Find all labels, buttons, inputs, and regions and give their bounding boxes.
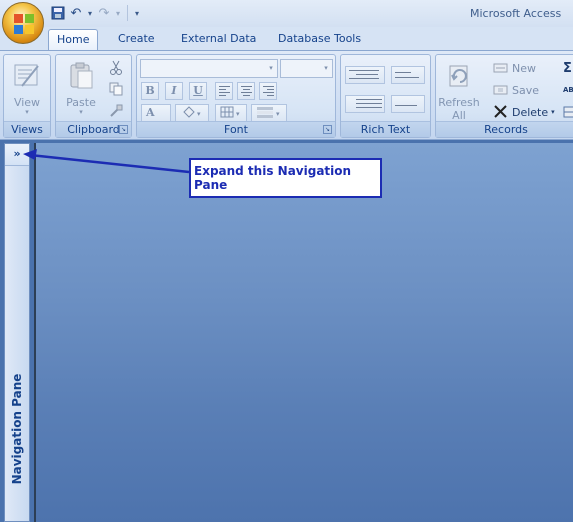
refresh-button-label: Refresh (438, 96, 480, 109)
spelling-icon[interactable]: ABC (563, 81, 573, 99)
group-font: ▾ ▾ B I U A ▾ ▾ ▾ Font ↘ (136, 54, 336, 138)
clipboard-launcher-icon[interactable]: ↘ (119, 125, 128, 134)
window-title: Microsoft Access (470, 7, 562, 20)
copy-icon (109, 82, 123, 96)
group-views: View ▾ Views (3, 54, 51, 138)
office-logo-icon (14, 14, 34, 34)
tab-external-data[interactable]: External Data (173, 29, 264, 50)
redo-icon[interactable]: ↷ (96, 4, 112, 22)
group-rich-text-label: Rich Text (341, 121, 430, 137)
annotation-callout: Expand this Navigation Pane (189, 158, 382, 198)
delete-record-label: Delete (512, 105, 549, 119)
save-qat-icon[interactable] (50, 4, 66, 22)
decrease-indent-button[interactable] (345, 66, 385, 84)
alternate-fill-icon: ▾ (257, 107, 280, 118)
totals-icon[interactable]: Σ (563, 59, 572, 77)
workspace (34, 143, 573, 522)
svg-text:▾: ▾ (236, 109, 240, 118)
navigation-pane-label-container: Navigation Pane (5, 144, 29, 522)
undo-icon[interactable]: ↶ (68, 4, 84, 22)
group-records-label: Records (436, 121, 573, 137)
font-color-button[interactable]: A (141, 104, 171, 122)
gridlines-button[interactable]: ▾ (215, 104, 247, 122)
paragraph-button[interactable] (391, 66, 425, 84)
font-name-dropdown-icon: ▾ (269, 64, 273, 72)
tab-create[interactable]: Create (110, 29, 163, 50)
delete-dropdown-icon: ▾ (551, 108, 555, 116)
svg-text:▾: ▾ (197, 109, 201, 118)
refresh-button[interactable]: Refresh All (436, 59, 482, 122)
save-record-label: Save (512, 83, 540, 97)
group-font-label: Font (137, 121, 335, 137)
font-size-combo[interactable]: ▾ (280, 59, 333, 78)
italic-button[interactable]: I (165, 82, 183, 100)
ribbon-tabs: Home Create External Data Database Tools (0, 27, 573, 50)
undo-dropdown-icon[interactable]: ▾ (86, 4, 94, 22)
font-size-dropdown-icon: ▾ (324, 64, 328, 72)
new-record-icon (493, 63, 508, 73)
navigation-pane[interactable]: » Navigation Pane (4, 143, 30, 522)
alternate-fill-button[interactable]: ▾ (251, 104, 287, 122)
save-record-icon (493, 85, 508, 95)
highlight-button[interactable] (391, 95, 425, 113)
cut-button[interactable] (109, 59, 123, 77)
customize-qat-icon[interactable]: ▾ (133, 4, 141, 22)
group-views-label: Views (4, 121, 50, 137)
font-launcher-icon[interactable]: ↘ (323, 125, 332, 134)
bold-button[interactable]: B (141, 82, 159, 100)
underline-button[interactable]: U (189, 82, 207, 100)
group-records: Refresh All New Save Delete ▾ Σ ABC Reco… (435, 54, 573, 138)
office-button[interactable] (2, 2, 44, 44)
view-icon (14, 64, 39, 87)
font-name-combo[interactable]: ▾ (140, 59, 278, 78)
title-bar: ↶ ▾ ↷ ▾ ▾ Microsoft Access (0, 0, 573, 27)
save-record-button[interactable]: Save (493, 81, 539, 99)
group-rich-text: Rich Text (340, 54, 431, 138)
fill-color-button[interactable]: ▾ (175, 104, 209, 122)
bullets-button[interactable] (345, 95, 385, 113)
view-dropdown-icon: ▾ (25, 108, 29, 116)
paintbrush-icon (110, 104, 123, 117)
paste-icon (70, 62, 93, 89)
tab-database-tools[interactable]: Database Tools (270, 29, 369, 50)
quick-access-toolbar: ↶ ▾ ↷ ▾ ▾ (50, 3, 141, 23)
navigation-pane-label: Navigation Pane (10, 373, 24, 485)
new-record-button[interactable]: New (493, 59, 536, 77)
paint-bucket-icon: ▾ (183, 106, 201, 118)
format-painter-button[interactable] (109, 102, 123, 120)
qat-separator (127, 5, 128, 21)
scissors-icon (110, 60, 122, 75)
align-right-button[interactable] (259, 82, 277, 100)
align-center-button[interactable] (237, 82, 255, 100)
grid-icon: ▾ (220, 106, 240, 118)
paste-button[interactable]: Paste ▾ (58, 59, 104, 119)
more-records-icon[interactable] (563, 103, 573, 121)
copy-button[interactable] (109, 80, 123, 98)
new-record-label: New (512, 61, 536, 75)
refresh-icon (449, 65, 468, 87)
group-clipboard: Paste ▾ Clipboard ↘ (55, 54, 132, 138)
delete-x-icon (494, 105, 507, 118)
paste-dropdown-icon: ▾ (79, 108, 83, 116)
ribbon: View ▾ Views Paste ▾ Clipboard ↘ ▾ ▾ B I… (0, 50, 573, 140)
tab-home[interactable]: Home (48, 29, 99, 50)
align-left-button[interactable] (215, 82, 233, 100)
view-button[interactable]: View ▾ (4, 59, 50, 119)
svg-text:▾: ▾ (276, 109, 280, 118)
delete-record-button[interactable]: Delete ▾ (493, 103, 555, 121)
redo-dropdown-icon[interactable]: ▾ (114, 4, 122, 22)
